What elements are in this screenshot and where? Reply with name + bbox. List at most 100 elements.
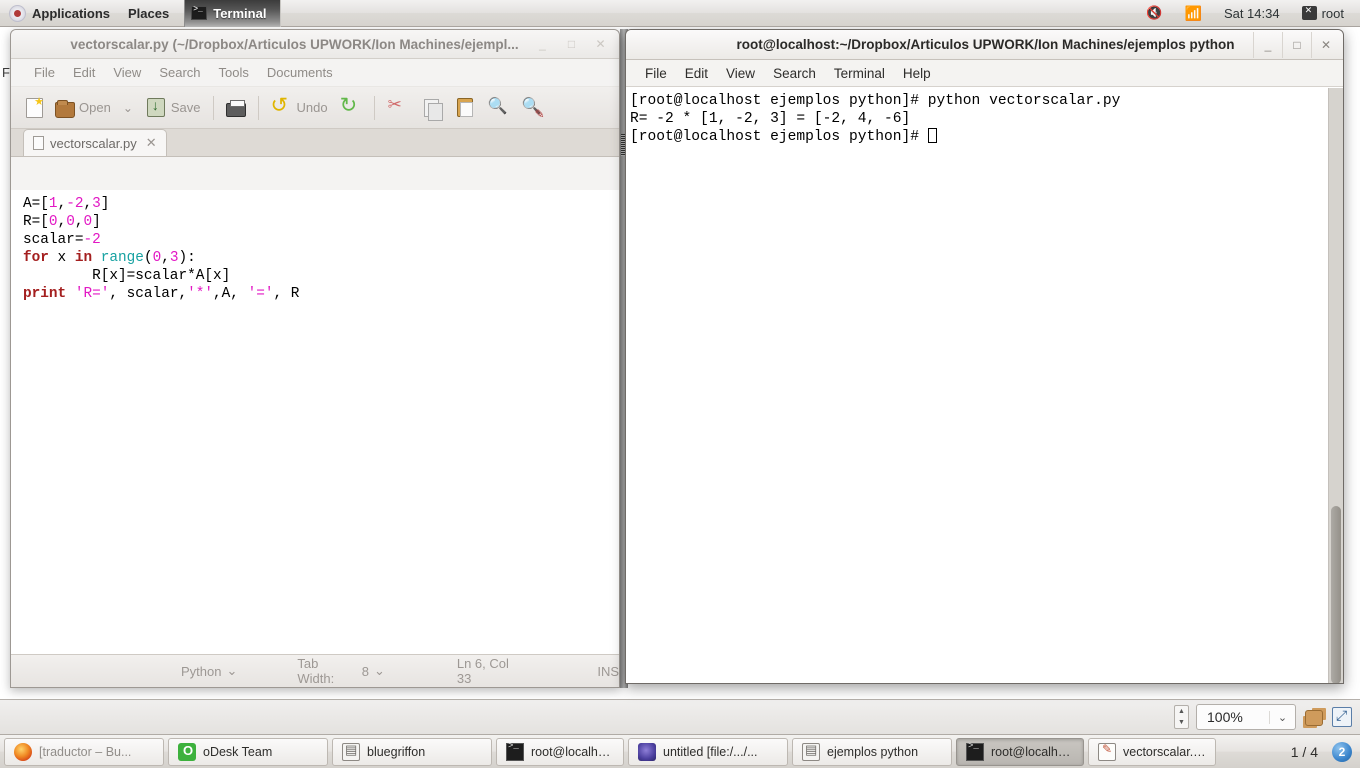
terminal-titlebar[interactable]: root@localhost:~/Dropbox/Articulos UPWOR… [626,30,1343,60]
volume-muted-icon[interactable]: 🔇 [1142,3,1166,23]
zoom-stepper[interactable]: ▲ ▼ [1174,705,1189,729]
tab-vectorscalar-py[interactable]: vectorscalar.py ✕ [23,129,167,156]
undo-icon [271,93,293,119]
code-token: x [48,250,75,266]
minimize-button[interactable]: _ [528,30,557,58]
chevron-down-icon[interactable]: ⌄ [1269,710,1295,724]
open-dropdown-button[interactable]: ⌄ [118,98,138,118]
undo-button[interactable]: Undo [266,93,333,122]
terminal-output[interactable]: [root@localhost ejemplos python]# python… [626,88,1328,683]
zoom-combobox[interactable]: 100% ⌄ [1196,704,1296,730]
document-icon [33,136,44,150]
menu-item-file[interactable]: File [25,62,64,83]
terminal-scrollbar[interactable] [1328,88,1343,683]
menu-item-terminal[interactable]: Terminal [825,63,894,84]
code-line: R[x]=scalar*A[x] [23,267,619,285]
printer-icon [225,99,246,117]
redo-button[interactable] [335,93,367,122]
paste-button[interactable] [449,94,481,121]
tab-label: vectorscalar.py [50,135,137,151]
find-button[interactable] [483,94,515,122]
code-token: , R [273,286,300,302]
spinner-down-icon[interactable]: ▼ [1178,719,1185,726]
terminal-icon [966,741,984,761]
panel-window-button-terminal[interactable]: Terminal [184,0,282,27]
scrollbar-thumb[interactable] [1331,506,1341,683]
print-button[interactable] [221,96,251,120]
open-button[interactable]: Open [50,95,116,121]
workspace-switcher[interactable]: 1 / 4 [1281,744,1328,760]
menu-item-file[interactable]: File [636,63,676,84]
chevron-down-icon: ⌄ [373,663,385,678]
code-token: scalar= [23,232,84,248]
task-bluegriffon[interactable]: bluegriffon [332,737,492,766]
spinner-up-icon[interactable]: ▲ [1178,708,1185,715]
code-line: R=[0,0,0] [23,213,619,231]
new-document-icon [26,95,44,118]
cut-button[interactable] [382,94,414,122]
source-code-text[interactable]: A=[1,-2,3] R=[0,0,0] scalar=-2 for x in ran… [11,190,619,303]
menu-item-edit[interactable]: Edit [676,63,717,84]
tab-width-selector[interactable]: Tab Width: 8 ⌄ [297,656,384,686]
code-line: scalar=-2 [23,231,619,249]
menu-item-tools[interactable]: Tools [210,62,258,83]
gedit-titlebar[interactable]: vectorscalar.py (~/Dropbox/Articulos UPW… [11,30,619,59]
code-token: ): [178,250,196,266]
code-token: 0 [83,214,93,230]
menu-item-search[interactable]: Search [764,63,825,84]
tab-width-label: Tab Width: [297,656,335,686]
gedit-menubar: File Edit View Search Tools Documents [11,59,619,86]
task-firefox[interactable]: [traductor – Bu... [4,737,164,766]
chevron-down-icon: ⌄ [122,100,133,115]
menu-item-view[interactable]: View [104,62,150,83]
save-icon [146,97,165,117]
magnifier-icon [488,96,510,119]
code-token: 0 [152,250,162,266]
task-odesk[interactable]: oDesk Team [168,737,328,766]
taskbar: [traductor – Bu... oDesk Team bluegriffon r… [0,734,1360,768]
menu-item-view[interactable]: View [717,63,764,84]
redo-icon [340,93,362,119]
close-icon[interactable]: ✕ [146,135,157,151]
close-button[interactable]: ✕ [1311,31,1340,58]
toolbar-separator [257,95,259,120]
bluegriffon-icon [342,742,360,761]
copy-button[interactable] [416,94,447,122]
task-terminal-2[interactable]: root@localhost:... [956,737,1084,766]
notification-badge[interactable]: 2 [1332,741,1352,762]
menu-item-search[interactable]: Search [150,62,209,83]
close-button[interactable]: ✕ [586,30,615,58]
puzzle-piece-icon[interactable] [1303,706,1325,728]
gedit-tabbar: vectorscalar.py ✕ [11,129,619,157]
maximize-button[interactable]: □ [1282,31,1311,58]
wifi-icon[interactable]: 📶 [1181,3,1206,24]
replace-button[interactable] [517,94,549,122]
language-selector[interactable]: Python ⌄ [181,663,237,679]
code-token: A=[ [23,196,49,212]
taskbar-window-list: [traductor – Bu... oDesk Team bluegriffon r… [4,737,1277,766]
task-terminal-1[interactable]: root@localhost:... [496,737,624,766]
menu-item-edit[interactable]: Edit [64,62,104,83]
code-editor-area[interactable]: A=[1,-2,3] R=[0,0,0] scalar=-2 for x in ran… [11,190,619,654]
task-ejemplos[interactable]: ejemplos python [792,737,952,766]
minimize-button[interactable]: _ [1253,31,1282,58]
open-folder-icon [55,99,75,118]
applications-menu[interactable]: Applications [0,2,119,25]
menu-item-help[interactable]: Help [894,63,940,84]
code-line: for x in range(0,3): [23,249,619,267]
places-menu[interactable]: Places [119,3,178,24]
terminal-body[interactable]: [root@localhost ejemplos python]# python… [626,88,1343,683]
task-untitled[interactable]: untitled [file:/.../... [628,737,788,766]
code-token: R=[ [23,214,49,230]
fullscreen-icon[interactable] [1332,707,1352,727]
menu-item-documents[interactable]: Documents [258,62,342,83]
code-token: , [83,196,93,212]
fedora-logo-icon [9,4,26,22]
clock[interactable]: Sat 14:34 [1220,4,1284,23]
new-document-button[interactable] [19,95,48,121]
maximize-button[interactable]: □ [557,30,586,58]
save-button[interactable]: Save [140,93,206,122]
user-menu[interactable]: root [1298,4,1348,23]
task-gedit[interactable]: vectorscalar.py ... [1088,737,1216,766]
